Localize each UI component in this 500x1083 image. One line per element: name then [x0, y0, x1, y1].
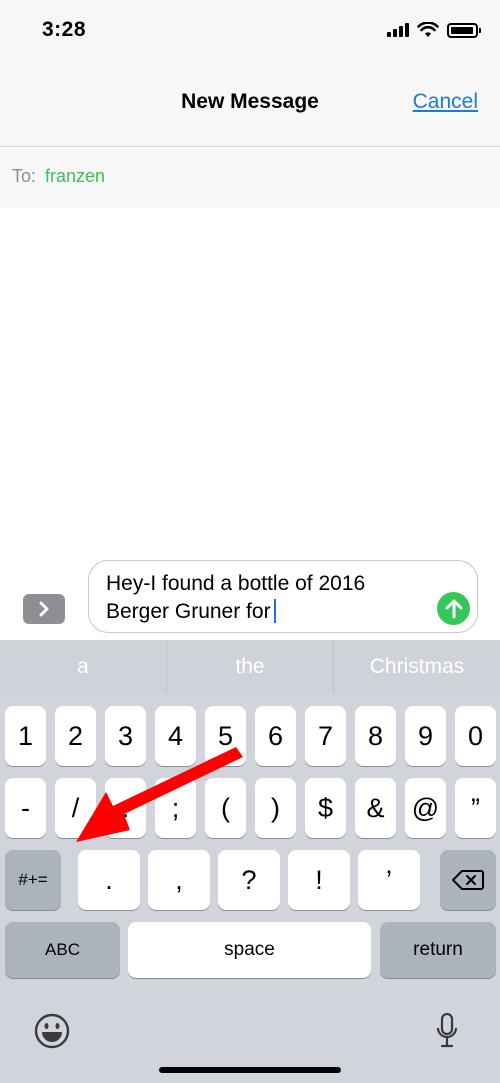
key-hyphen[interactable]: -	[5, 778, 46, 838]
key-5[interactable]: 5	[205, 706, 246, 766]
prediction-3[interactable]: Christmas	[334, 640, 500, 694]
key-apostrophe[interactable]: ’	[358, 850, 420, 910]
nav-bar: New Message Cancel	[0, 60, 500, 147]
more-symbols-key[interactable]: #+=	[5, 850, 61, 910]
key-open-paren[interactable]: (	[205, 778, 246, 838]
key-close-paren[interactable]: )	[255, 778, 296, 838]
message-text[interactable]: Hey-I found a bottle of 2016 Berger Grun…	[106, 570, 426, 626]
key-colon[interactable]: :	[105, 778, 146, 838]
microphone-icon[interactable]	[435, 1012, 459, 1050]
space-key[interactable]: space	[128, 922, 371, 978]
apps-button[interactable]	[23, 594, 65, 624]
abc-key[interactable]: ABC	[5, 922, 120, 978]
key-dollar[interactable]: $	[305, 778, 346, 838]
message-input[interactable]: Hey-I found a bottle of 2016 Berger Grun…	[88, 560, 478, 633]
to-label: To:	[12, 166, 37, 186]
status-icons	[387, 20, 481, 40]
send-button[interactable]	[437, 592, 470, 625]
key-0[interactable]: 0	[455, 706, 496, 766]
key-4[interactable]: 4	[155, 706, 196, 766]
key-8[interactable]: 8	[355, 706, 396, 766]
home-indicator[interactable]	[159, 1067, 341, 1073]
status-time: 3:28	[42, 18, 87, 41]
prediction-2[interactable]: the	[167, 640, 334, 694]
key-quote[interactable]: ”	[455, 778, 496, 838]
recipient-name[interactable]: franzen	[45, 166, 105, 187]
key-semicolon[interactable]: ;	[155, 778, 196, 838]
key-period[interactable]: .	[78, 850, 140, 910]
key-6[interactable]: 6	[255, 706, 296, 766]
key-9[interactable]: 9	[405, 706, 446, 766]
key-at[interactable]: @	[405, 778, 446, 838]
text-cursor	[273, 599, 276, 623]
cancel-button[interactable]: Cancel	[413, 90, 478, 114]
cellular-signal-icon	[387, 23, 409, 37]
key-exclamation[interactable]: !	[288, 850, 350, 910]
backspace-icon	[452, 870, 484, 890]
key-slash[interactable]: /	[55, 778, 96, 838]
battery-icon	[447, 22, 481, 38]
key-question[interactable]: ?	[218, 850, 280, 910]
keyboard: a the Christmas 1 2 3 4 5 6 7 8 9 0 - / …	[0, 640, 500, 1083]
arrow-up-icon	[445, 599, 462, 618]
key-comma[interactable]: ,	[148, 850, 210, 910]
key-ampersand[interactable]: &	[355, 778, 396, 838]
key-7[interactable]: 7	[305, 706, 346, 766]
prediction-1[interactable]: a	[0, 640, 167, 694]
key-3[interactable]: 3	[105, 706, 146, 766]
message-thread	[0, 208, 500, 558]
status-bar: 3:28	[0, 0, 500, 60]
predictive-bar: a the Christmas	[0, 640, 500, 694]
emoji-icon[interactable]	[34, 1013, 70, 1049]
chevron-right-icon	[39, 601, 49, 617]
return-key[interactable]: return	[380, 922, 496, 978]
key-1[interactable]: 1	[5, 706, 46, 766]
recipient-row[interactable]: To: franzen	[0, 148, 500, 208]
wifi-icon	[417, 22, 439, 37]
delete-key[interactable]	[440, 850, 496, 910]
key-2[interactable]: 2	[55, 706, 96, 766]
compose-row: Hey-I found a bottle of 2016 Berger Grun…	[0, 558, 500, 640]
